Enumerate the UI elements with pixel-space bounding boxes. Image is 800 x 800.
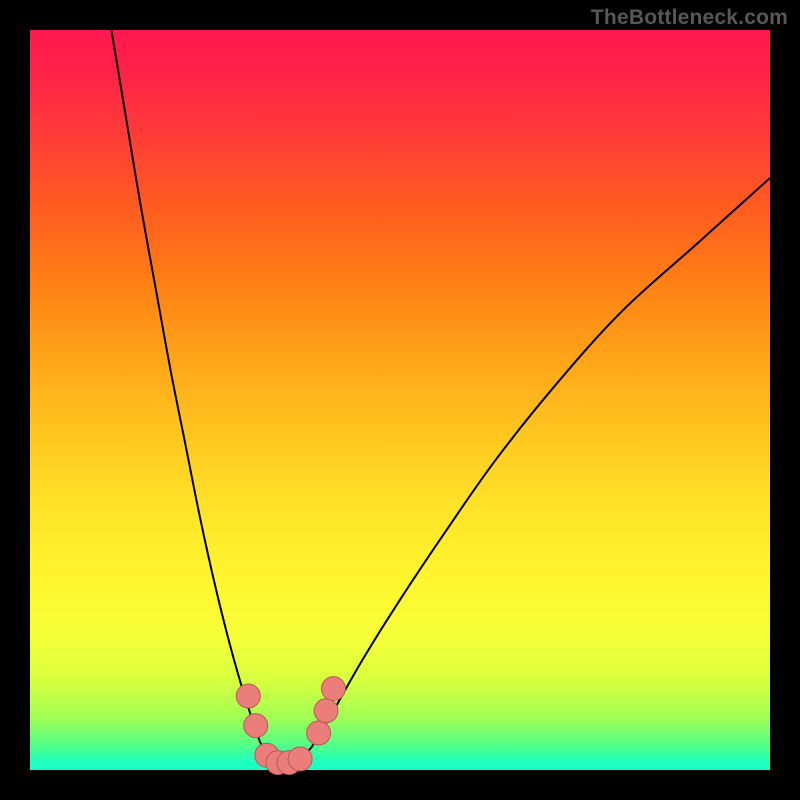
valley-markers — [236, 677, 345, 775]
bottleneck-gradient-plot — [30, 30, 770, 770]
curve-right-branch — [311, 178, 770, 748]
curve-overlay — [30, 30, 770, 770]
valley-marker — [314, 699, 338, 723]
valley-marker — [321, 677, 345, 701]
curve-left-branch — [111, 30, 259, 740]
valley-marker — [288, 747, 312, 771]
valley-marker — [236, 684, 260, 708]
valley-marker — [307, 721, 331, 745]
watermark-text: TheBottleneck.com — [591, 6, 788, 30]
valley-marker — [244, 714, 268, 738]
